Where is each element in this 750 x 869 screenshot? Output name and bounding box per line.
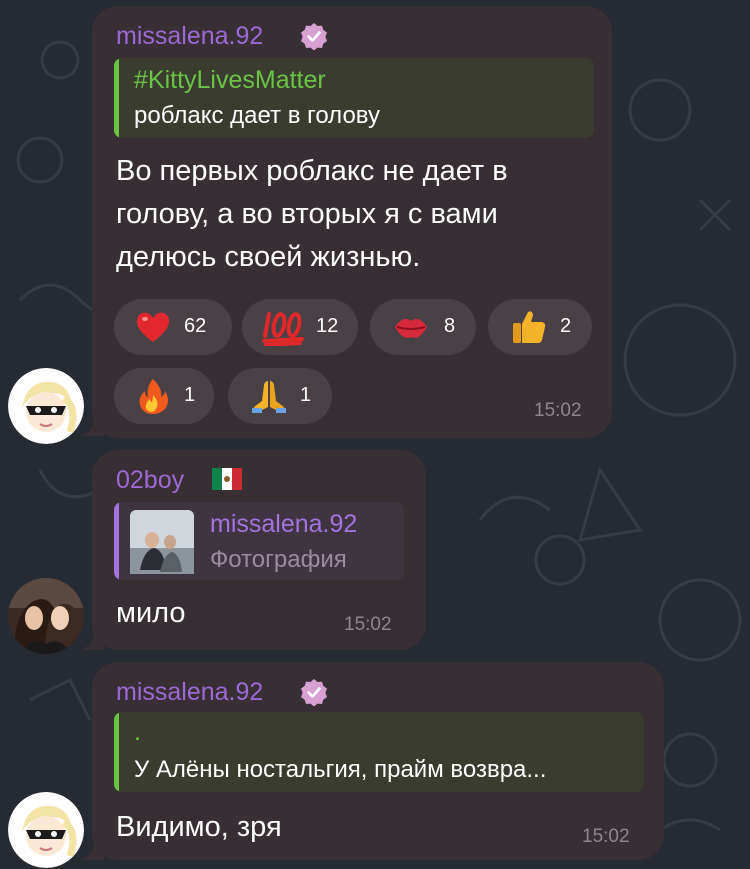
reply-quote-bar (114, 58, 119, 138)
reaction-hundred-points[interactable]: 12 (242, 299, 358, 355)
message-text-line: делюсь своей жизнью. (116, 241, 421, 273)
sender-name[interactable]: 02boy (116, 466, 184, 495)
reaction-thumbs-up[interactable]: 2 (488, 299, 592, 355)
verified-badge-icon (301, 679, 327, 706)
reply-quote-text: Фотография (210, 546, 347, 573)
reaction-count: 1 (300, 384, 312, 406)
reaction-count: 8 (444, 315, 456, 337)
sender-avatar[interactable] (8, 792, 84, 868)
message-time: 15:02 (344, 614, 392, 635)
reply-quote[interactable]: . У Алёны ностальгия, прайм возвра... (114, 712, 644, 792)
message-text-line: голову, а во вторых я с вами (116, 198, 498, 230)
red-heart-icon (136, 312, 170, 342)
reply-quote-text: роблакс дает в голову (134, 102, 381, 129)
verified-badge-icon (301, 23, 327, 50)
reply-quote-title: . (134, 718, 141, 746)
reaction-count: 2 (560, 315, 572, 337)
reply-quote-bar (114, 712, 119, 792)
reply-quote[interactable]: missalena.92 Фотография (114, 502, 404, 580)
message-bubble[interactable]: missalena.92 . У Алёны ностальгия, прайм… (92, 662, 664, 860)
message-text-line: Во первых роблакс не дает в (116, 155, 508, 187)
reply-quote-title: #KittyLivesMatter (134, 66, 326, 94)
folded-hands-icon (252, 381, 286, 413)
message-bubble[interactable]: 02boy missalena.92 Фотография мило 15:02 (92, 450, 426, 650)
reply-quote-title: missalena.92 (210, 510, 358, 538)
reaction-fire[interactable]: 1 (114, 368, 214, 424)
message-text: мило (116, 597, 186, 629)
reply-quote[interactable]: #KittyLivesMatter роблакс дает в голову (114, 58, 594, 138)
reply-photo-thumbnail (130, 510, 194, 574)
thumbs-up-icon (513, 311, 546, 343)
reaction-count: 1 (184, 384, 196, 406)
reaction-red-heart[interactable]: 62 (114, 299, 232, 355)
mexico-flag-icon (212, 468, 242, 490)
reaction-count: 62 (184, 315, 207, 337)
kiss-mark-icon (395, 319, 427, 338)
sender-name[interactable]: missalena.92 (116, 22, 263, 51)
reaction-count: 12 (316, 315, 339, 337)
reaction-folded-hands[interactable]: 1 (228, 368, 332, 424)
fire-icon (139, 379, 168, 414)
message-time: 15:02 (582, 826, 630, 847)
sender-avatar[interactable] (8, 578, 84, 654)
message-time: 15:02 (534, 400, 582, 421)
message-text: Видимо, зря (116, 811, 282, 843)
hundred-points-icon (262, 312, 304, 346)
reply-quote-bar (114, 502, 119, 580)
message-bubble[interactable]: missalena.92 #KittyLivesMatter роблакс д… (92, 6, 612, 438)
sender-name[interactable]: missalena.92 (116, 678, 263, 707)
message-text: Во первых роблакс не дает в голову, а во… (116, 150, 606, 279)
reaction-kiss-mark[interactable]: 8 (370, 299, 476, 355)
reply-quote-text: У Алёны ностальгия, прайм возвра... (134, 756, 547, 783)
sender-avatar[interactable] (8, 368, 84, 444)
